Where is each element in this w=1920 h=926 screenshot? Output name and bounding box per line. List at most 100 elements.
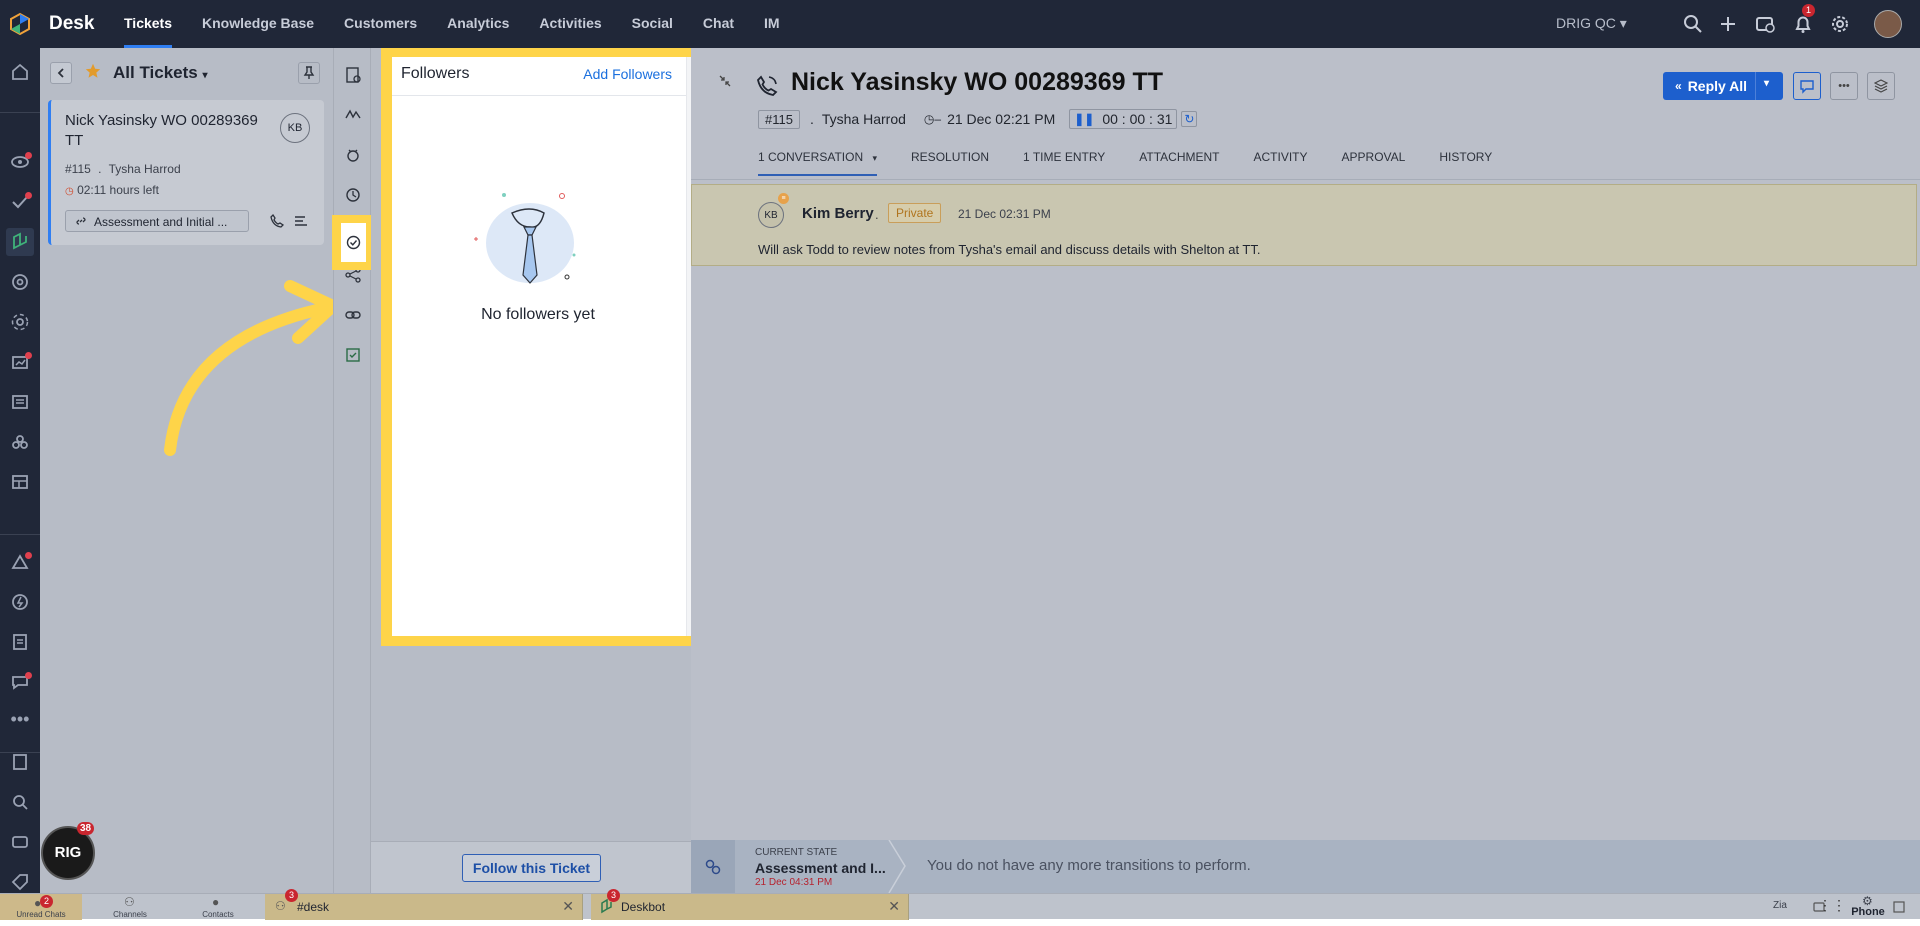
pause-icon[interactable]: ❚❚ <box>1074 112 1094 126</box>
close-icon[interactable]: ✕ <box>562 898 574 915</box>
tab-attachment[interactable]: ATTACHMENT <box>1139 150 1219 176</box>
ticket-card-contact[interactable]: Tysha Harrod <box>109 162 181 176</box>
tag-icon[interactable] <box>10 872 30 892</box>
nav-analytics[interactable]: Analytics <box>447 0 509 48</box>
team-icon[interactable] <box>10 312 30 332</box>
nav-customers[interactable]: Customers <box>344 0 417 48</box>
history-icon[interactable] <box>344 186 362 204</box>
reset-timer-icon[interactable]: ↻ <box>1181 111 1198 127</box>
dashboard-icon[interactable] <box>10 472 30 492</box>
author-avatar[interactable]: KB <box>758 202 784 228</box>
close-icon[interactable]: ✕ <box>888 898 900 915</box>
org-switcher[interactable]: DRIG QC ▾ <box>1556 15 1627 32</box>
nav-tickets[interactable]: Tickets <box>124 0 172 48</box>
feedback-icon[interactable] <box>10 672 32 692</box>
add-followers-link[interactable]: Add Followers <box>583 66 672 82</box>
nav-social[interactable]: Social <box>632 0 673 48</box>
chat-tab-desk[interactable]: ⚇ 3 #desk ✕ <box>265 889 583 920</box>
more-actions-icon[interactable]: ••• <box>1830 72 1858 100</box>
profile-bubble[interactable]: RIG 38 <box>41 822 95 880</box>
priority-lines-icon[interactable] <box>293 213 309 229</box>
link-icon[interactable] <box>344 306 362 324</box>
followers-popup: Followers Add Followers No followers yet <box>392 57 692 636</box>
ticket-card-title[interactable]: Nick Yasinsky WO 00289369 TT <box>65 111 270 151</box>
notes-icon[interactable] <box>10 752 30 772</box>
follow-ticket-button[interactable]: Follow this Ticket <box>462 854 601 882</box>
channel-phone-icon <box>755 74 779 98</box>
add-icon[interactable] <box>1717 13 1739 35</box>
user-avatar[interactable] <box>1874 10 1902 38</box>
ticket-list-panel: All Tickets ▾ Nick Yasinsky WO 00289369 … <box>40 48 339 893</box>
favorite-star-icon[interactable] <box>84 62 102 80</box>
reply-all-button[interactable]: « Reply All ▾ <box>1663 72 1783 100</box>
nav-knowledge-base[interactable]: Knowledge Base <box>202 0 314 48</box>
watch-icon[interactable] <box>10 152 32 172</box>
ticket-contact[interactable]: Tysha Harrod <box>822 111 906 127</box>
current-state-label: CURRENT STATE <box>755 847 838 858</box>
dialpad-icon[interactable]: ⋮⋮ <box>1818 897 1846 923</box>
tasks-check-icon[interactable] <box>10 192 32 212</box>
contacts-button[interactable]: ● Contacts <box>178 894 258 920</box>
approval-icon[interactable] <box>344 346 362 364</box>
tab-time-entry[interactable]: 1 TIME ENTRY <box>1023 150 1105 176</box>
tab-conversation[interactable]: 1 CONVERSATION ▾ <box>758 150 878 176</box>
layers-icon[interactable] <box>1867 72 1895 100</box>
desk-logo-icon[interactable] <box>0 0 40 48</box>
ticket-properties-icon[interactable] <box>344 66 362 84</box>
nav-activities[interactable]: Activities <box>539 0 601 48</box>
ticket-title[interactable]: Nick Yasinsky WO 00289369 TT <box>791 68 1163 97</box>
mentions-icon[interactable] <box>10 272 30 292</box>
clock-icon: ◷ <box>65 186 74 197</box>
back-button[interactable] <box>50 62 72 84</box>
window-icon[interactable] <box>10 832 30 852</box>
nav-chat[interactable]: Chat <box>703 0 734 48</box>
kb-icon[interactable] <box>10 392 30 412</box>
unread-chats-button[interactable]: ● 2 Unread Chats <box>0 894 82 920</box>
ticket-state-badge[interactable]: Assessment and Initial ... <box>65 210 249 232</box>
settings-gear-icon[interactable] <box>1829 13 1851 35</box>
flash-icon[interactable] <box>10 592 30 612</box>
notification-bell-icon[interactable]: 1 <box>1792 4 1815 35</box>
collapse-icon[interactable] <box>718 74 732 88</box>
chat-tab-deskbot[interactable]: 3 Deskbot ✕ <box>591 889 909 920</box>
current-state-value[interactable]: Assessment and I... <box>755 860 886 876</box>
articles-icon[interactable] <box>10 632 30 652</box>
bottom-chat-bar: ● 2 Unread Chats ⚇ Channels ● Contacts ⚇… <box>0 889 1920 920</box>
ticket-due-date[interactable]: 21 Dec 02:21 PM <box>947 111 1055 127</box>
zia-icon[interactable] <box>344 106 362 124</box>
tickets-rail-icon[interactable] <box>6 228 34 256</box>
tab-activity[interactable]: ACTIVITY <box>1254 150 1308 176</box>
search-icon[interactable] <box>1682 13 1704 35</box>
analytics-rail-icon[interactable] <box>10 552 32 572</box>
phone-icon[interactable] <box>269 213 285 229</box>
tab-approval[interactable]: APPROVAL <box>1342 150 1406 176</box>
assignee-avatar[interactable]: KB <box>280 113 310 143</box>
community-icon[interactable] <box>10 432 30 452</box>
reply-dropdown-icon[interactable]: ▾ <box>1764 78 1769 89</box>
zia-bottom-icon[interactable]: Zia <box>1770 900 1790 926</box>
notification-badge: 1 <box>1802 4 1815 17</box>
pin-icon[interactable] <box>298 62 320 84</box>
channels-button[interactable]: ⚇ Channels <box>90 894 170 920</box>
tab-resolution[interactable]: RESOLUTION <box>911 150 989 176</box>
home-icon[interactable] <box>10 62 30 82</box>
followers-tab-button[interactable] <box>341 223 366 262</box>
notes-bottom-icon[interactable] <box>1892 900 1912 926</box>
ticket-card[interactable]: Nick Yasinsky WO 00289369 TT KB #115 . T… <box>48 100 324 245</box>
comment-icon[interactable] <box>1793 72 1821 100</box>
state-link-icon <box>75 215 87 227</box>
comment-badge-icon: ≡ <box>778 193 789 204</box>
view-selector[interactable]: All Tickets ▾ <box>113 63 208 83</box>
tab-history[interactable]: HISTORY <box>1439 150 1492 176</box>
nav-im[interactable]: IM <box>764 0 780 48</box>
view-title: All Tickets <box>113 63 198 82</box>
author-name[interactable]: Kim Berry <box>802 205 874 222</box>
phone-button[interactable]: ⚙ Phone <box>1850 894 1886 920</box>
time-entry-icon[interactable] <box>1754 13 1776 35</box>
reply-all-icon: « <box>1675 79 1682 93</box>
ticket-side-icons <box>333 48 371 893</box>
locate-icon[interactable] <box>10 792 30 812</box>
reports-icon[interactable] <box>10 352 32 372</box>
ticket-bug-icon[interactable] <box>344 146 362 164</box>
more-icon[interactable]: ••• <box>10 710 30 732</box>
